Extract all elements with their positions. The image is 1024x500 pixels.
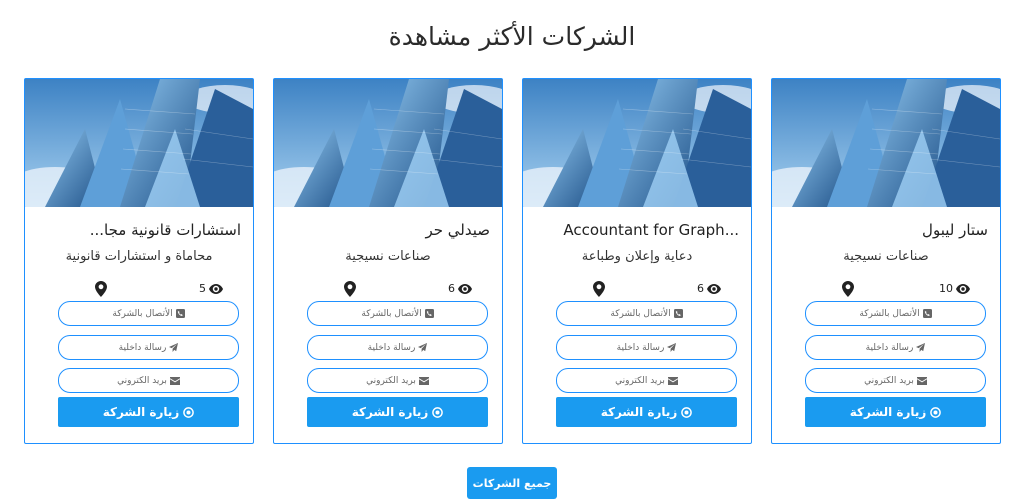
call-company-label: الأتصال بالشركة [859,308,920,319]
view-count-value: 10 [939,282,953,295]
company-image[interactable] [25,79,253,207]
call-company-label: الأتصال بالشركة [112,308,173,319]
company-category: محاماة و استشارات قانونية [65,249,213,264]
company-image[interactable] [772,79,1000,207]
envelope-icon [418,376,429,385]
internal-message-label: رسالة داخلية [865,342,914,353]
view-count: 6 [448,282,472,295]
map-marker-icon [344,281,356,297]
email-label: بريد الكتروني [864,375,914,386]
call-company-button[interactable]: الأتصال بالشركة [307,301,488,326]
view-count-value: 6 [697,282,704,295]
phone-icon [424,309,434,318]
call-company-button[interactable]: الأتصال بالشركة [556,301,737,326]
phone-icon [673,309,683,318]
visit-company-button[interactable]: زيارة الشركة [58,397,239,427]
dot-circle-icon [432,406,444,418]
call-company-label: الأتصال بالشركة [361,308,422,319]
internal-message-label: رسالة داخلية [616,342,665,353]
call-company-button[interactable]: الأتصال بالشركة [58,301,239,326]
visit-company-label: زيارة الشركة [102,405,180,419]
internal-message-button[interactable]: رسالة داخلية [805,335,986,360]
phone-icon [922,309,932,318]
visit-company-label: زيارة الشركة [600,405,678,419]
view-count-value: 6 [448,282,455,295]
company-card: Accountant for Graph... دعاية وإعلان وطب… [522,78,752,444]
visit-company-label: زيارة الشركة [849,405,927,419]
envelope-icon [169,376,180,385]
internal-message-button[interactable]: رسالة داخلية [307,335,488,360]
company-meta: 10 [772,281,1000,297]
eye-icon [458,283,472,294]
email-label: بريد الكتروني [366,375,416,386]
email-button[interactable]: بريد الكتروني [556,368,737,393]
eye-icon [707,283,721,294]
phone-icon [175,309,185,318]
companies-grid: ستار ليبول صناعات نسيجية 10 الأتصال بالش… [0,78,1024,444]
dot-circle-icon [681,406,693,418]
all-companies-button[interactable]: جميع الشركات [467,467,557,499]
company-image[interactable] [274,79,502,207]
visit-company-button[interactable]: زيارة الشركة [307,397,488,427]
view-count: 10 [939,282,970,295]
email-button[interactable]: بريد الكتروني [805,368,986,393]
visit-company-button[interactable]: زيارة الشركة [805,397,986,427]
email-button[interactable]: بريد الكتروني [307,368,488,393]
company-card: استشارات قانونية مجا... محاماة و استشارا… [24,78,254,444]
eye-icon [209,283,223,294]
company-image[interactable] [523,79,751,207]
visit-company-label: زيارة الشركة [351,405,429,419]
envelope-icon [667,376,678,385]
map-marker-icon [842,281,854,297]
email-button[interactable]: بريد الكتروني [58,368,239,393]
visit-company-button[interactable]: زيارة الشركة [556,397,737,427]
company-category: صناعات نسيجية [345,249,431,264]
company-card: صيدلي حر صناعات نسيجية 6 الأتصال بالشركة… [273,78,503,444]
company-category: دعاية وإعلان وطباعة [581,249,693,264]
dot-circle-icon [930,406,942,418]
view-count-value: 5 [199,282,206,295]
call-company-label: الأتصال بالشركة [610,308,671,319]
envelope-icon [916,376,927,385]
map-marker-icon [95,281,107,297]
company-meta: 6 [274,281,502,297]
company-name[interactable]: Accountant for Graph... [535,221,739,239]
internal-message-button[interactable]: رسالة داخلية [58,335,239,360]
map-marker-icon [593,281,605,297]
company-category: صناعات نسيجية [843,249,929,264]
company-meta: 5 [25,281,253,297]
view-count: 5 [199,282,223,295]
section-title: الشركات الأكثر مشاهدة [388,22,636,51]
paper-plane-icon [418,343,428,352]
eye-icon [956,283,970,294]
company-card: ستار ليبول صناعات نسيجية 10 الأتصال بالش… [771,78,1001,444]
company-name[interactable]: استشارات قانونية مجا... [37,221,241,239]
email-label: بريد الكتروني [615,375,665,386]
internal-message-label: رسالة داخلية [367,342,416,353]
company-name[interactable]: صيدلي حر [286,221,490,239]
call-company-button[interactable]: الأتصال بالشركة [805,301,986,326]
paper-plane-icon [169,343,179,352]
company-meta: 6 [523,281,751,297]
email-label: بريد الكتروني [117,375,167,386]
paper-plane-icon [916,343,926,352]
internal-message-label: رسالة داخلية [118,342,167,353]
paper-plane-icon [667,343,677,352]
dot-circle-icon [183,406,195,418]
company-name[interactable]: ستار ليبول [784,221,988,239]
view-count: 6 [697,282,721,295]
internal-message-button[interactable]: رسالة داخلية [556,335,737,360]
